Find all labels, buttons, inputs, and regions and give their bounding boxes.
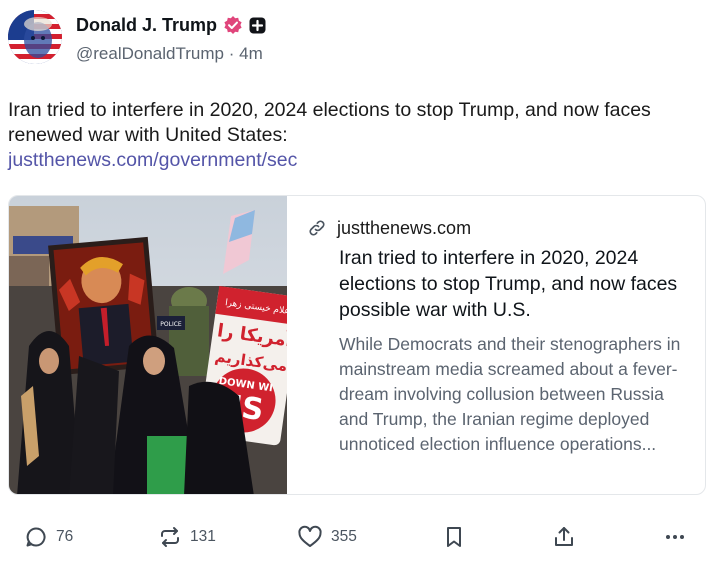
card-title: Iran tried to interfere in 2020, 2024 el…	[339, 247, 678, 321]
action-bar: 76 131 355	[0, 518, 715, 556]
author-meta: @realDonaldTrump · 4m	[76, 44, 263, 64]
post-text: Iran tried to interfere in 2020, 2024 el…	[8, 99, 651, 146]
author-name-row: Donald J. Trump	[76, 12, 266, 38]
post-time[interactable]: 4m	[239, 44, 263, 63]
post-link[interactable]: justthenews.com/government/sec	[8, 148, 297, 173]
reply-icon	[24, 525, 48, 549]
meta-separator: ·	[228, 44, 235, 63]
bookmark-icon	[443, 525, 465, 549]
post-body: Iran tried to interfere in 2020, 2024 el…	[8, 98, 698, 173]
like-icon	[297, 525, 323, 549]
avatar[interactable]	[8, 10, 62, 64]
repost-icon	[158, 525, 182, 549]
like-button[interactable]: 355	[297, 518, 357, 556]
author-display-name[interactable]: Donald J. Trump	[76, 15, 217, 36]
repost-count: 131	[190, 528, 216, 545]
share-icon	[552, 525, 576, 549]
bookmark-button[interactable]	[443, 518, 465, 556]
like-count: 355	[331, 528, 357, 545]
card-body: justthenews.com Iran tried to interfere …	[307, 216, 687, 457]
more-icon	[663, 525, 687, 549]
card-domain: justthenews.com	[337, 217, 472, 238]
card-description: While Democrats and their stenographers …	[339, 334, 681, 454]
more-button[interactable]	[663, 518, 687, 556]
share-button[interactable]	[552, 518, 576, 556]
card-image: اعلام خیستی زهرا آمریکا را می‌کذاریم DOW…	[9, 196, 301, 494]
reply-count: 76	[56, 528, 74, 545]
reply-button[interactable]: 76	[24, 518, 73, 556]
plus-badge-icon	[249, 17, 266, 34]
verified-icon	[223, 15, 243, 35]
link-preview-card[interactable]: اعلام خیستی زهرا آمریکا را می‌کذاریم DOW…	[8, 195, 706, 495]
card-domain-row: justthenews.com	[307, 216, 687, 240]
author-handle[interactable]: @realDonaldTrump	[76, 44, 224, 63]
post: Donald J. Trump @realDonaldTrump · 4m Ir…	[0, 0, 715, 566]
repost-button[interactable]: 131	[158, 518, 216, 556]
link-icon	[307, 218, 327, 238]
police-text: POLICE	[160, 321, 182, 328]
